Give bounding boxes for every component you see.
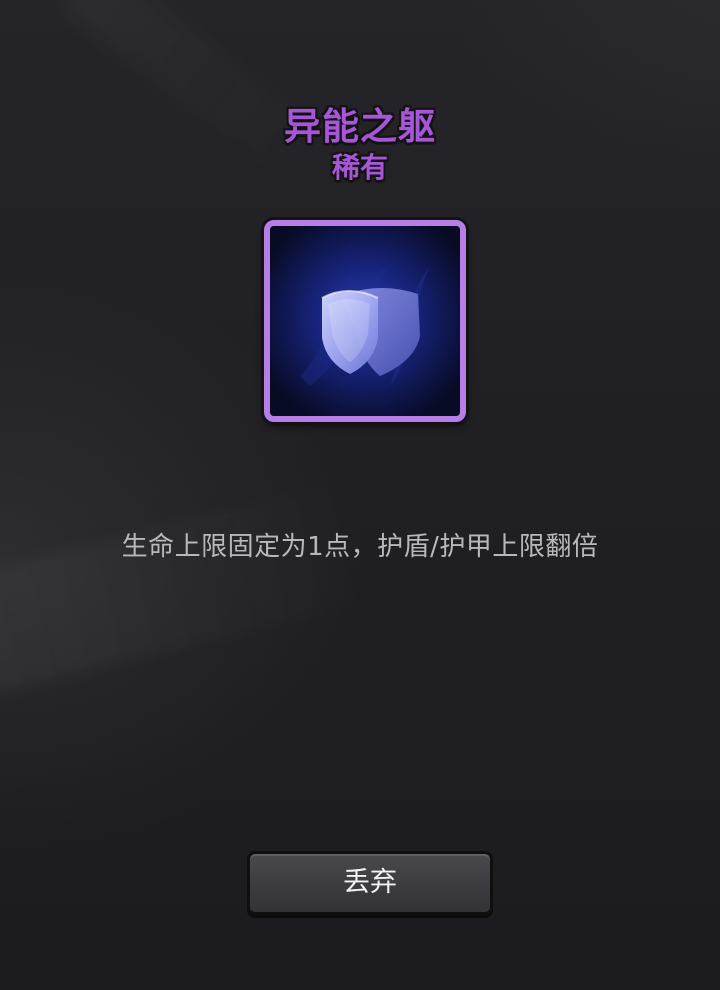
item-rarity: 稀有 xyxy=(331,151,388,184)
item-description: 生命上限固定为1点，护盾/护甲上限翻倍 xyxy=(121,532,599,562)
item-icon-frame xyxy=(264,220,466,422)
item-name: 异能之躯 xyxy=(284,105,436,148)
discard-button[interactable]: 丢弃 xyxy=(247,851,493,915)
shield-icon xyxy=(270,226,460,416)
